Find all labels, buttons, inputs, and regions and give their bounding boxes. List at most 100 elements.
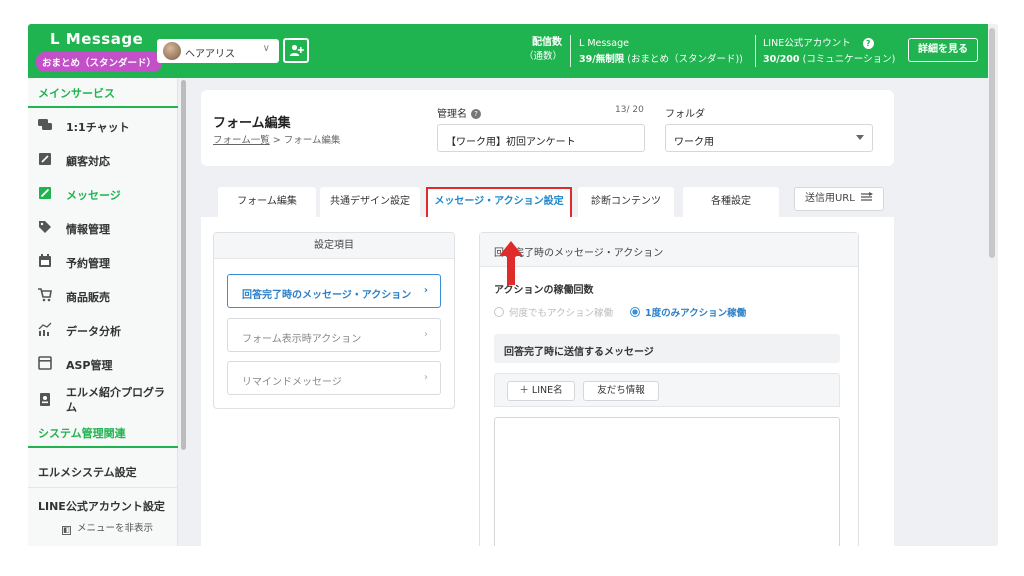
- sidebar-item-reservation[interactable]: 予約管理: [28, 244, 178, 278]
- line-account-label: LINE公式アカウント: [763, 38, 851, 49]
- sidebar-item-system-settings[interactable]: エルメシステム設定: [28, 454, 178, 488]
- radio-circle: [494, 307, 504, 317]
- sidebar-item-label: 商品販売: [66, 291, 110, 304]
- delivery-count-unit: （通数）: [524, 51, 563, 62]
- tag-icon: [39, 221, 51, 233]
- send-url-button[interactable]: 送信用URL: [794, 187, 884, 211]
- calendar-icon: [39, 254, 51, 267]
- scroll-thumb[interactable]: [989, 28, 995, 258]
- breadcrumb-separator: >: [269, 135, 284, 146]
- folder-select[interactable]: ワーク用: [665, 124, 873, 152]
- message-textarea[interactable]: [494, 417, 840, 546]
- sidebar-item-customer[interactable]: 顧客対応: [28, 142, 178, 176]
- lmessage-plan: (おまとめ（スタンダード)): [627, 54, 743, 65]
- collapse-icon: ◧: [62, 526, 71, 535]
- sidebar-item-label: 顧客対応: [66, 155, 110, 168]
- help-icon[interactable]: ?: [862, 38, 874, 49]
- radio-circle-selected: [630, 307, 640, 317]
- sidebar-item-chat[interactable]: 1:1チャット: [28, 108, 178, 142]
- sidebar-item-line-settings[interactable]: LINE公式アカウント設定: [28, 488, 178, 522]
- breadcrumb: フォーム一覧 > フォーム編集: [213, 132, 340, 146]
- main-service-heading: メインサービス: [28, 78, 178, 108]
- sidebar-item-analytics[interactable]: データ分析: [28, 312, 178, 346]
- lmessage-usage: L Message 39/無制限 (おまとめ（スタンダード)): [579, 36, 743, 68]
- radio-every-time[interactable]: 何度でもアクション稼働: [494, 305, 613, 319]
- settings-item-completion-action[interactable]: 回答完了時のメッセージ・アクション ›: [227, 274, 441, 308]
- action-header: 回答完了時のメッセージ・アクション: [480, 233, 858, 267]
- customer-icon: [39, 153, 51, 165]
- insert-line-name-button[interactable]: ＋ LINE名: [507, 381, 575, 401]
- sidebar-item-label: ASP管理: [66, 359, 113, 372]
- sidebar-item-info[interactable]: 情報管理: [28, 210, 178, 244]
- chevron-right-icon: ›: [424, 372, 428, 383]
- delivery-count-title: 配信数: [532, 37, 563, 48]
- settings-item-label: 回答完了時のメッセージ・アクション: [242, 290, 412, 301]
- sidebar-item-message[interactable]: メッセージ: [28, 176, 178, 210]
- tab-diagnosis[interactable]: 診断コンテンツ: [578, 187, 674, 217]
- system-management-heading: システム管理関連: [28, 418, 178, 448]
- sidebar-item-label: 情報管理: [66, 223, 110, 236]
- sidebar-item-referral[interactable]: エルメ紹介プログラム: [28, 380, 178, 414]
- settings-header: 設定項目: [214, 233, 454, 259]
- settings-item-reminder[interactable]: リマインドメッセージ ›: [227, 361, 441, 395]
- add-account-button[interactable]: [283, 38, 309, 63]
- send-url-label: 送信用URL: [804, 193, 855, 204]
- tab-form-edit[interactable]: フォーム編集: [218, 187, 316, 217]
- sidebar-item-asp[interactable]: ASP管理: [28, 346, 178, 380]
- hide-menu-button[interactable]: ◧ メニューを非表示: [62, 520, 153, 535]
- sidebar-item-label: エルメ紹介プログラム: [66, 386, 165, 414]
- delivery-count-label: 配信数 （通数）: [524, 36, 562, 64]
- account-avatar: [163, 42, 181, 60]
- management-name-label: 管理名?: [437, 105, 481, 120]
- window-scrollbar[interactable]: [989, 24, 995, 546]
- annotation-arrow: [499, 241, 523, 285]
- management-name-input[interactable]: 【ワーク用】初回アンケート: [437, 124, 645, 152]
- view-details-button[interactable]: 詳細を見る: [908, 38, 978, 62]
- insert-friend-info-button[interactable]: 友だち情報: [583, 381, 659, 401]
- completion-message-heading: 回答完了時に送信するメッセージ: [494, 334, 840, 363]
- breadcrumb-link-form-list[interactable]: フォーム一覧: [213, 135, 270, 146]
- settings-item-display-action[interactable]: フォーム表示時アクション ›: [227, 318, 441, 352]
- chevron-right-icon: ›: [423, 285, 428, 296]
- radio-once[interactable]: 1度のみアクション稼働: [630, 305, 746, 319]
- line-usage: LINE公式アカウント? 30/200 (コミュニケーション): [763, 36, 895, 68]
- header-divider: [755, 35, 756, 67]
- sidebar-item-label: 1:1チャット: [66, 121, 130, 134]
- lmessage-label: L Message: [579, 38, 629, 49]
- message-icon: [39, 187, 51, 199]
- sidebar: メインサービス 1:1チャット 顧客対応 メッセージ 情報管理 予約管理 商品販…: [28, 78, 178, 546]
- folder-value: ワーク用: [674, 137, 714, 148]
- form-header-card: フォーム編集 フォーム一覧 > フォーム編集 管理名? 13/ 20 【ワーク用…: [201, 90, 894, 166]
- char-count: 13/ 20: [615, 105, 644, 115]
- send-icon: [861, 192, 874, 201]
- add-user-icon: [289, 44, 304, 56]
- sidebar-item-sales[interactable]: 商品販売: [28, 278, 178, 312]
- header-divider: [570, 35, 571, 67]
- management-name-text: 管理名: [437, 109, 467, 120]
- account-select[interactable]: ヘアアリス ∨: [157, 39, 279, 63]
- help-icon[interactable]: ?: [471, 109, 481, 119]
- plan-badge: おまとめ（スタンダード）: [36, 52, 163, 72]
- line-plan: (コミュニケーション): [802, 54, 896, 65]
- cart-icon: [38, 288, 52, 302]
- hide-menu-label: メニューを非表示: [77, 523, 154, 534]
- breadcrumb-current: フォーム編集: [283, 135, 341, 146]
- insert-toolbar: ＋ LINE名 友だち情報: [494, 373, 840, 407]
- radio-label: 何度でもアクション稼働: [509, 308, 614, 319]
- badge-icon: [40, 393, 50, 406]
- asp-icon: [38, 356, 52, 370]
- line-count: 30/200: [763, 54, 800, 65]
- sidebar-item-label: メッセージ: [66, 189, 121, 202]
- sidebar-scrollbar[interactable]: [181, 80, 186, 450]
- brand-logo[interactable]: L Message: [50, 30, 143, 48]
- tab-common-design[interactable]: 共通デザイン設定: [320, 187, 420, 217]
- settings-items-box: 設定項目 回答完了時のメッセージ・アクション › フォーム表示時アクション › リマ…: [213, 232, 455, 409]
- chevron-down-icon: ∨: [262, 43, 270, 54]
- chart-icon: [38, 322, 52, 336]
- action-settings-box: 回答完了時のメッセージ・アクション アクションの稼働回数 何度でもアクション稼働…: [479, 232, 859, 546]
- settings-item-label: フォーム表示時アクション: [242, 334, 362, 345]
- app-window: L Message おまとめ（スタンダード） ヘアアリス ∨ 配信数 （通数） …: [28, 24, 998, 546]
- folder-label: フォルダ: [665, 109, 705, 120]
- tab-settings[interactable]: 各種設定: [683, 187, 779, 217]
- settings-item-label: リマインドメッセージ: [242, 377, 342, 388]
